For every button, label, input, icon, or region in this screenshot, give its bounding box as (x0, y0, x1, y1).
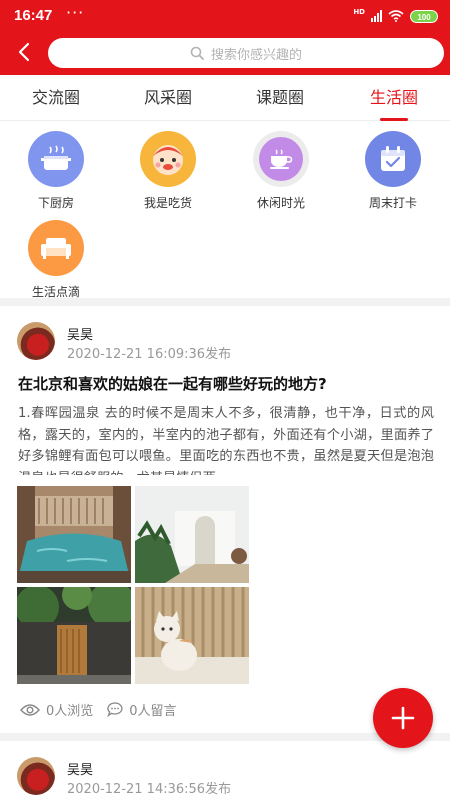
comments-count: 0人留言 (129, 704, 177, 719)
eye-icon (20, 703, 40, 716)
cell-signal-icon (371, 10, 382, 22)
status-notification-dots: ··· (66, 3, 85, 22)
hd-signal-icon: HD (353, 8, 365, 16)
calendar-check-icon (365, 131, 421, 187)
back-arrow-icon[interactable] (14, 41, 36, 63)
wifi-icon (388, 10, 404, 22)
post-body[interactable]: 1.春晖园温泉 去的时候不是周末人不多，很清静，也干净，日式的风格，露天的，室内… (18, 403, 434, 475)
tab-label: 生活圈 (369, 88, 418, 107)
status-bar: 16:47 ··· HD 100 (0, 0, 450, 32)
tab-label: 交流圈 (31, 88, 80, 107)
post-photo-garden-gate[interactable] (17, 587, 131, 684)
views-stat: 0人浏览 (20, 700, 93, 719)
search-input[interactable]: 搜索你感兴趣的 (48, 38, 444, 68)
category-label: 周末打卡 (368, 196, 417, 210)
category-weekend-checkin[interactable]: 周末打卡 (337, 131, 449, 211)
tab-bar: 交流圈 风采圈 课题圈 生活圈 (0, 75, 450, 121)
plus-icon (391, 706, 415, 730)
tab-label: 课题圈 (255, 88, 304, 107)
sofa-icon (28, 220, 84, 276)
tab-topics[interactable]: 课题圈 (224, 75, 336, 121)
search-placeholder: 搜索你感兴趣的 (210, 47, 302, 63)
header-bar: 16:47 ··· HD 100 搜索你感兴趣的 (0, 0, 450, 75)
category-cooking[interactable]: 下厨房 (0, 131, 112, 211)
avatar[interactable] (17, 322, 55, 360)
section-divider (0, 298, 450, 306)
search-icon (190, 46, 204, 60)
post-timestamp: 2020-12-21 14:36:56发布 (67, 782, 232, 797)
tab-communication[interactable]: 交流圈 (0, 75, 112, 121)
tab-label: 风采圈 (143, 88, 192, 107)
post-username[interactable]: 吴昊 (67, 759, 93, 778)
category-label: 下厨房 (37, 196, 74, 210)
cooking-pot-icon (28, 131, 84, 187)
post-username[interactable]: 吴昊 (67, 324, 93, 343)
category-label: 休闲时光 (256, 196, 305, 210)
post-stats: 0人浏览 0人留言 (20, 700, 191, 719)
status-time: 16:47 (14, 7, 53, 24)
tab-active-indicator (380, 118, 408, 121)
post-photo-cat[interactable] (135, 587, 249, 684)
tab-style[interactable]: 风采圈 (112, 75, 224, 121)
battery-indicator: 100 (410, 9, 438, 23)
foodie-mascot-icon (140, 131, 196, 187)
post-photo-white-house[interactable] (135, 486, 249, 583)
tab-life[interactable]: 生活圈 (338, 75, 450, 121)
category-label: 我是吃货 (143, 196, 192, 210)
views-count: 0人浏览 (46, 704, 94, 719)
comments-stat[interactable]: 0人留言 (107, 700, 177, 719)
avatar[interactable] (17, 757, 55, 795)
post-title[interactable]: 在北京和喜欢的姑娘在一起有哪些好玩的地方? (18, 373, 438, 394)
category-leisure[interactable]: 休闲时光 (225, 131, 337, 211)
add-post-button[interactable] (373, 688, 433, 748)
category-life-moments[interactable]: 生活点滴 (0, 220, 112, 300)
comment-bubble-icon (107, 702, 123, 717)
post-timestamp: 2020-12-21 16:09:36发布 (67, 347, 232, 362)
category-foodie[interactable]: 我是吃货 (112, 131, 224, 211)
coffee-cup-icon (253, 131, 309, 187)
post-photo-hot-spring[interactable] (17, 486, 131, 583)
